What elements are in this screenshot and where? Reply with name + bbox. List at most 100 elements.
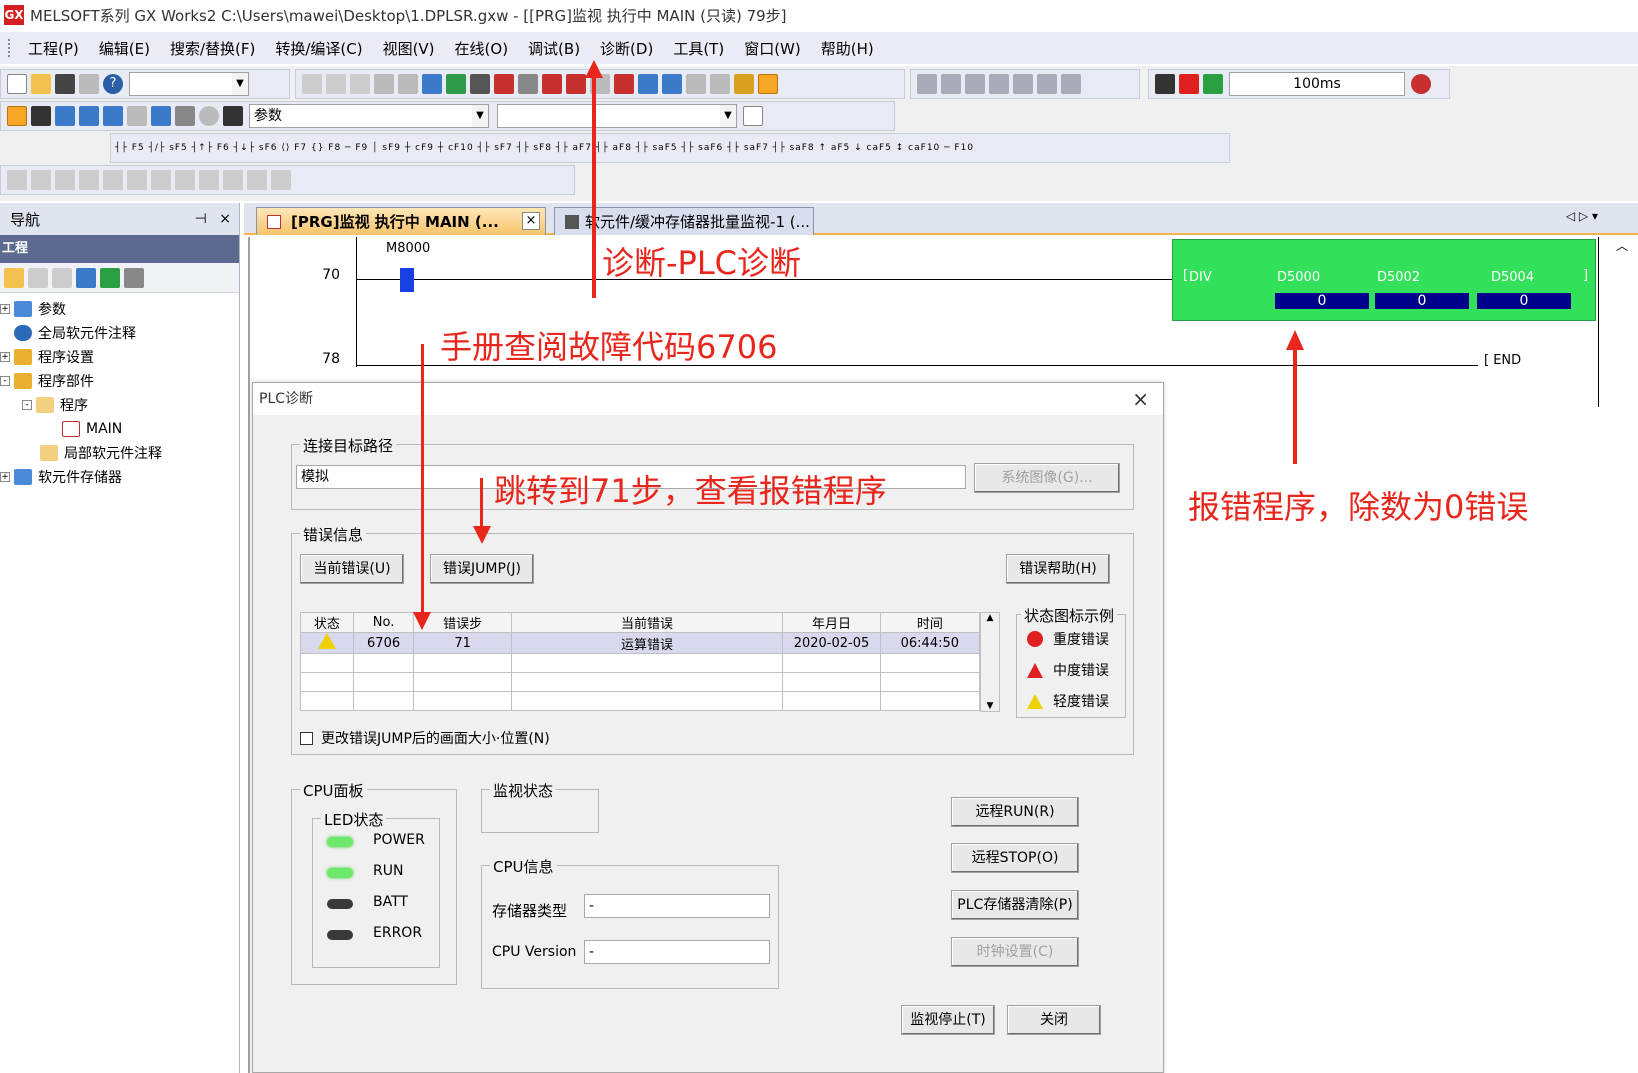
new-item-icon[interactable]	[4, 267, 24, 288]
save-icon[interactable]	[55, 74, 75, 94]
plc-memory-clear-button[interactable]: PLC存储器清除(P)	[951, 890, 1079, 920]
tree-item-device-memory[interactable]: + 软元件存储器	[0, 465, 239, 489]
nav-toggle-icon[interactable]	[7, 106, 27, 126]
fkey-strip[interactable]: ┤├ F5 ┤/├ sF5 ┤↑├ F6 ┤↓├ sF6 ⟨⟩ F7 {} F8…	[115, 143, 974, 153]
print-icon[interactable]	[79, 74, 99, 94]
run-icon[interactable]	[1179, 74, 1199, 94]
refresh-icon[interactable]	[100, 267, 120, 288]
redo-icon[interactable]	[398, 74, 418, 94]
module-icon[interactable]	[31, 106, 51, 126]
system-image-button[interactable]: 系统图像(G)...	[974, 463, 1120, 493]
dev-monitor-icon[interactable]	[638, 74, 658, 94]
ladder-icon-3[interactable]	[965, 74, 985, 94]
dev-watch-icon[interactable]	[151, 106, 171, 126]
edit2-icon-8[interactable]	[175, 170, 195, 190]
online-edit-icon[interactable]	[686, 74, 706, 94]
undo-icon[interactable]	[374, 74, 394, 94]
paste-icon[interactable]	[350, 74, 370, 94]
edit2-icon-3[interactable]	[55, 170, 75, 190]
tree-item-program-settings[interactable]: + 程序设置	[0, 345, 239, 369]
pin-icon[interactable]: ⊣	[195, 211, 207, 227]
tree-item-params[interactable]: + 参数	[0, 297, 239, 321]
tab-main-monitor[interactable]: [PRG]监视 执行中 MAIN (...	[256, 207, 546, 235]
dev-ccl-icon[interactable]	[127, 106, 147, 126]
help-query-icon[interactable]	[1411, 74, 1431, 94]
dev-list-icon[interactable]	[79, 106, 99, 126]
tree-item-main[interactable]: MAIN	[0, 417, 239, 441]
binoculars-icon[interactable]	[223, 106, 243, 126]
sim-start-icon[interactable]	[734, 74, 754, 94]
ladder-icon-5[interactable]	[1013, 74, 1033, 94]
dev-icon[interactable]	[422, 74, 442, 94]
menu-find-replace[interactable]: 搜索/替换(F)	[160, 38, 265, 59]
property-icon[interactable]	[76, 267, 96, 288]
menu-help[interactable]: 帮助(H)	[811, 38, 884, 59]
edit2-icon-5[interactable]	[103, 170, 123, 190]
dialog-close-icon[interactable]: ×	[1132, 383, 1149, 415]
current-error-button[interactable]: 当前错误(U)	[300, 554, 404, 584]
scroll-down-icon[interactable]: ▼	[981, 701, 999, 711]
help-icon[interactable]: ?	[103, 74, 123, 94]
ladder-icon-6[interactable]	[1037, 74, 1057, 94]
tree-item-program-parts[interactable]: - 程序部件	[0, 369, 239, 393]
copy-item-icon[interactable]	[28, 267, 48, 288]
ladder-icon-4[interactable]	[989, 74, 1009, 94]
dev-comment-icon[interactable]	[103, 106, 123, 126]
table-scrollbar[interactable]: ▲ ▼	[980, 612, 1000, 712]
edit2-icon-11[interactable]	[247, 170, 267, 190]
tree-item-local-comment[interactable]: 局部软元件注释	[0, 441, 239, 465]
filter-icon[interactable]	[124, 267, 144, 288]
edit2-icon-7[interactable]	[151, 170, 171, 190]
close-button[interactable]: 关闭	[1007, 1005, 1101, 1035]
ladder-icon-2[interactable]	[941, 74, 961, 94]
monitor-stop-button[interactable]: 监视停止(T)	[901, 1005, 995, 1035]
menu-window[interactable]: 窗口(W)	[734, 38, 811, 59]
close-icon[interactable]: ×	[219, 211, 231, 227]
jump-size-checkbox[interactable]: 更改错误JUMP后的画面大小·位置(N)	[300, 728, 550, 748]
edit2-icon-10[interactable]	[223, 170, 243, 190]
menu-diagnostics[interactable]: 诊断(D)	[590, 38, 663, 59]
ladder-icon-1[interactable]	[917, 74, 937, 94]
doc-icon[interactable]	[743, 106, 763, 126]
edit2-icon-9[interactable]	[199, 170, 219, 190]
device-combo[interactable]: ▼	[497, 104, 737, 128]
dev-read-icon[interactable]	[470, 74, 490, 94]
div-instruction-box[interactable]: [ DIV D5000 D5002 D5004 ] 0 0 0	[1172, 239, 1596, 321]
monitor-start-icon[interactable]	[566, 74, 586, 94]
monitor-write-icon[interactable]	[614, 74, 634, 94]
read-plc-icon[interactable]	[518, 74, 538, 94]
clock-setting-button[interactable]: 时钟设置(C)	[951, 937, 1079, 967]
scroll-up-icon[interactable]: ▲	[981, 613, 999, 623]
vertical-scrollbar[interactable]: ︿	[1608, 237, 1638, 1073]
open-icon[interactable]	[31, 74, 51, 94]
tree-item-program[interactable]: - 程序	[0, 393, 239, 417]
error-help-button[interactable]: 错误帮助(H)	[1006, 554, 1110, 584]
menu-tools[interactable]: 工具(T)	[663, 38, 734, 59]
contact-m8000[interactable]	[400, 268, 414, 292]
tree-item-global-comment[interactable]: 全局软元件注释	[0, 321, 239, 345]
menu-debug[interactable]: 调试(B)	[518, 38, 590, 59]
dev-batch-icon[interactable]	[662, 74, 682, 94]
edit2-icon-1[interactable]	[7, 170, 27, 190]
sim-active-icon[interactable]	[758, 74, 778, 94]
guide-icon[interactable]	[199, 106, 219, 126]
edit2-icon-4[interactable]	[79, 170, 99, 190]
tab-close-icon[interactable]: ×	[522, 212, 540, 230]
project-combo[interactable]: ▼	[129, 72, 249, 96]
menu-view[interactable]: 视图(V)	[373, 38, 445, 59]
checkbox-box[interactable]	[300, 731, 313, 745]
scan-icon[interactable]	[1155, 74, 1175, 94]
write-plc-icon[interactable]	[494, 74, 514, 94]
verify-icon[interactable]	[542, 74, 562, 94]
new-icon[interactable]	[7, 74, 27, 94]
cut-icon[interactable]	[302, 74, 322, 94]
menu-online[interactable]: 在线(O)	[445, 38, 519, 59]
table-row[interactable]: 6706 71 运算错误 2020-02-05 06:44:50	[300, 632, 981, 654]
dev-write-icon[interactable]	[446, 74, 466, 94]
paste-item-icon[interactable]	[52, 267, 72, 288]
menu-edit[interactable]: 编辑(E)	[89, 38, 160, 59]
error-jump-button[interactable]: 错误JUMP(J)	[430, 554, 534, 584]
menu-project[interactable]: 工程(P)	[18, 38, 89, 59]
sim-icon[interactable]	[710, 74, 730, 94]
param-combo[interactable]: 参数 ▼	[249, 104, 489, 128]
